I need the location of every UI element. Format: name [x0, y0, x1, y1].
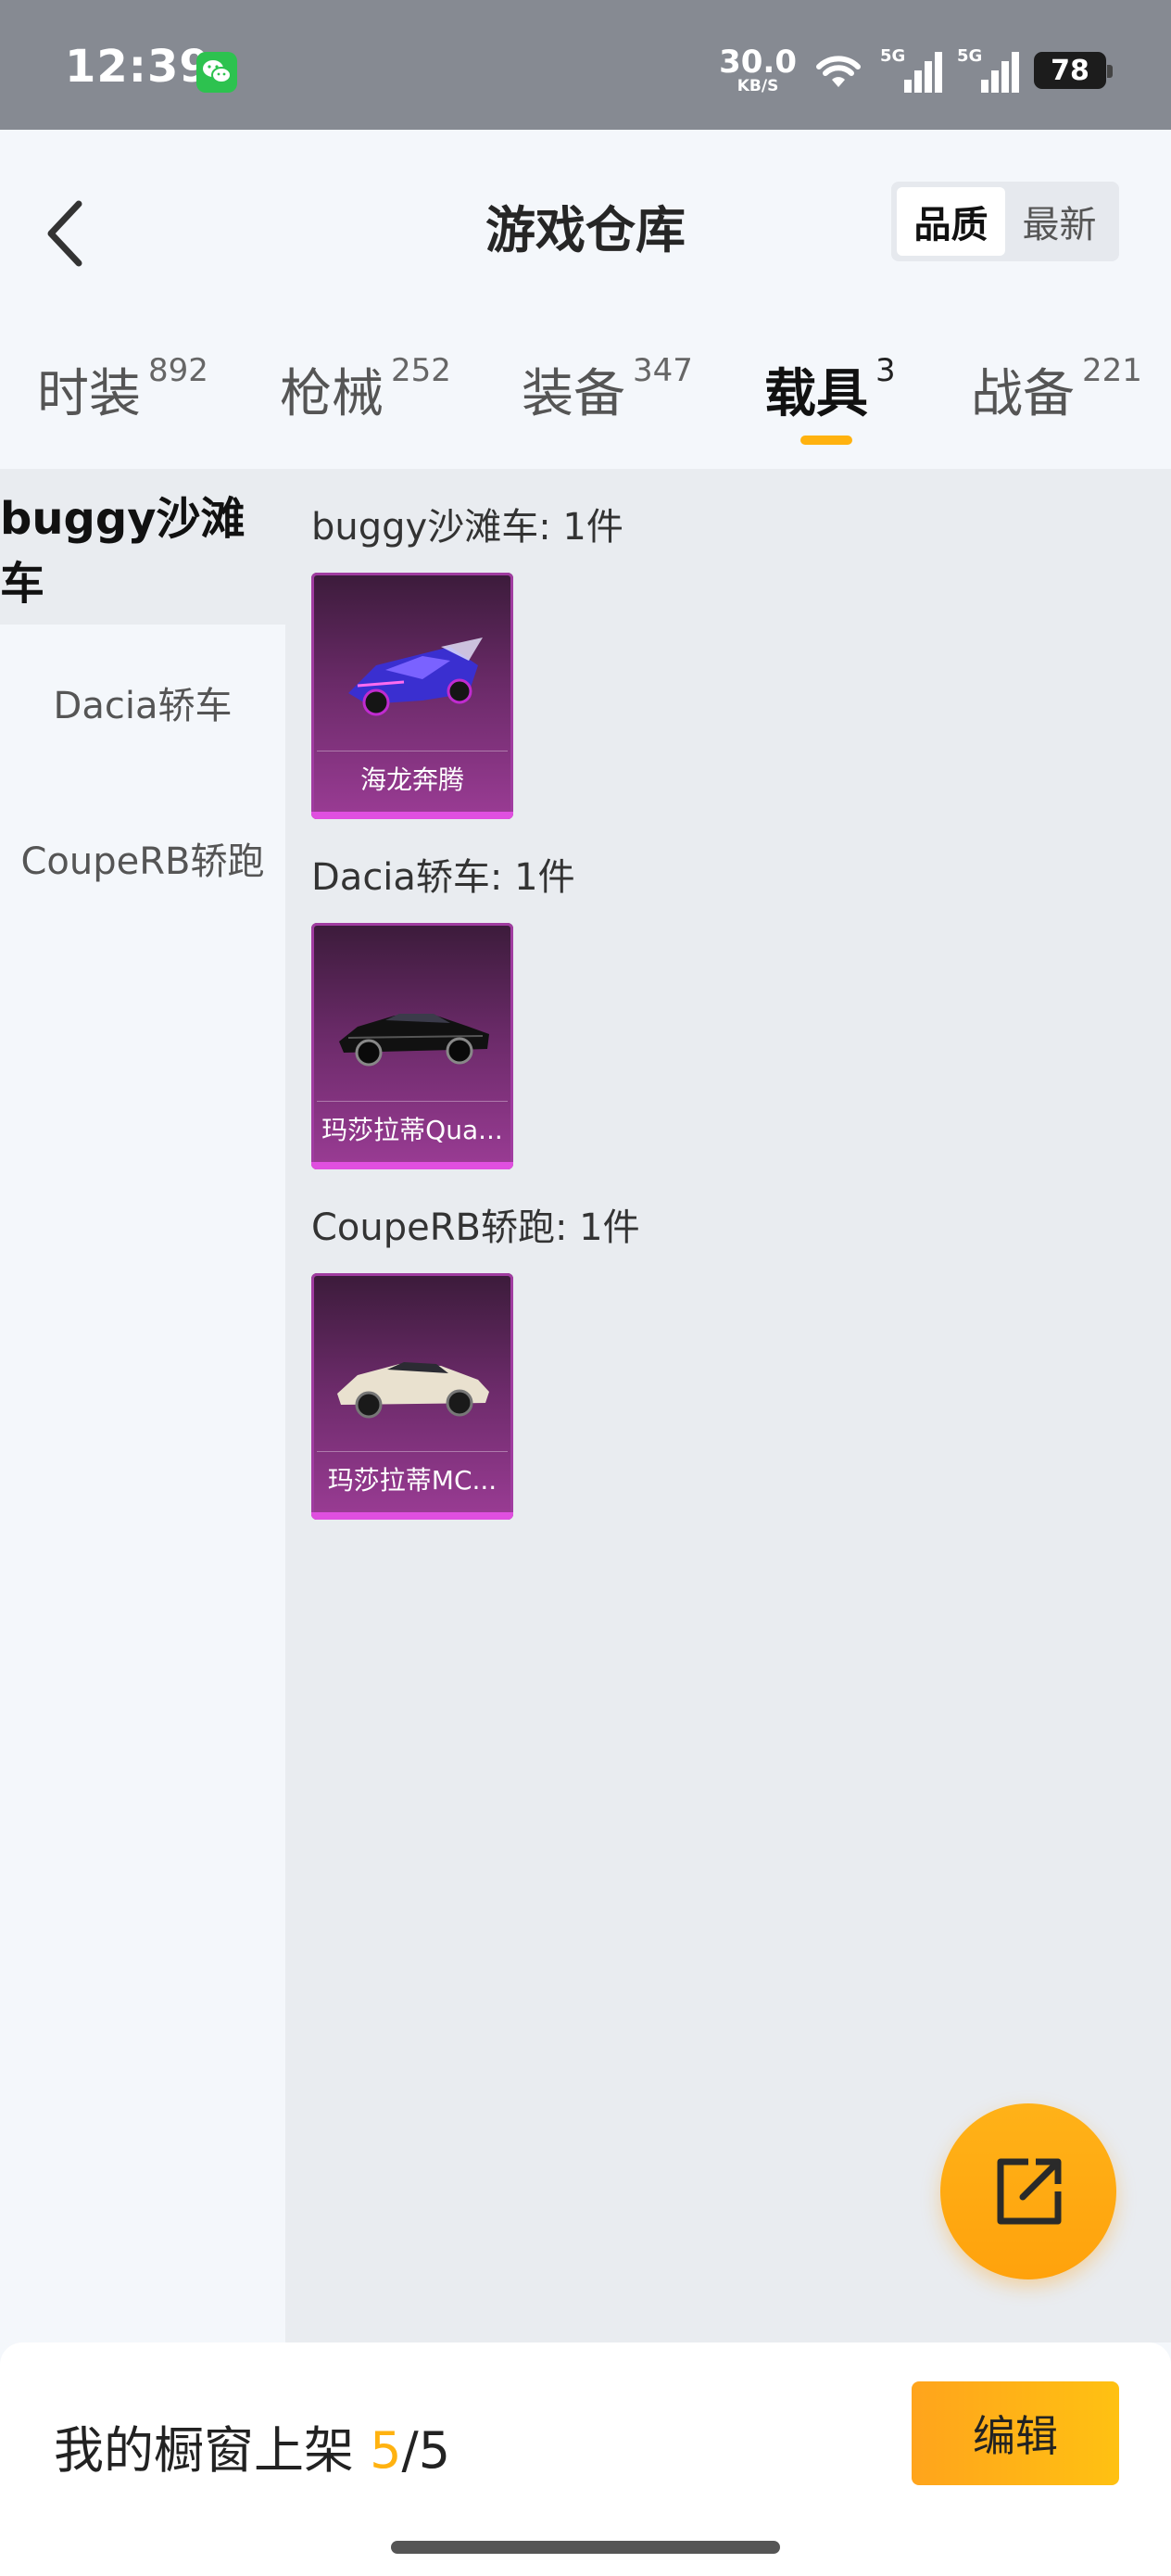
status-icons: 30.0 KB/S 5G 5G 78	[719, 43, 1113, 98]
tab-label: 载具	[764, 364, 868, 424]
share-button[interactable]	[940, 2103, 1116, 2279]
group-title-dacia: Dacia轿车: 1件	[311, 856, 575, 899]
group-title-couperb: CoupeRB轿跑: 1件	[311, 1206, 640, 1249]
item-name: 海龙奔腾	[317, 751, 508, 804]
status-bar: 12:39 30.0 KB/S 5G 5G 78	[0, 0, 1171, 130]
item-card[interactable]: 玛莎拉蒂Qua...	[311, 923, 513, 1169]
sidebar-item-couperb[interactable]: CoupeRB轿跑	[0, 780, 285, 936]
sidebar-item-buggy[interactable]: buggy沙滩车	[0, 469, 285, 625]
category-tabs: 时装 892 枪械 252 装备 347 载具 3 战备 221	[0, 352, 1171, 445]
net-speed-value: 30.0	[719, 44, 797, 81]
showcase-total: /5	[401, 2421, 451, 2480]
showcase-current: 5	[370, 2421, 402, 2480]
tab-label: 时装	[37, 364, 141, 424]
coupe-car-image	[337, 1362, 489, 1419]
wifi-icon	[816, 56, 861, 87]
item-name: 玛莎拉蒂MC...	[317, 1451, 508, 1505]
home-indicator	[391, 2541, 780, 2554]
tab-firearms[interactable]: 枪械 252	[280, 352, 451, 445]
net-speed-unit: KB/S	[737, 77, 779, 95]
cell-signal-2-icon: 5G	[957, 46, 1019, 93]
sort-quality-button[interactable]: 品质	[897, 187, 1005, 256]
tab-count: 3	[875, 352, 896, 389]
tab-active-indicator	[800, 436, 852, 445]
battery-icon: 78	[1034, 52, 1113, 89]
sidebar-item-dacia[interactable]: Dacia轿车	[0, 625, 285, 780]
tab-vehicles[interactable]: 载具 3	[764, 352, 896, 445]
tab-count: 221	[1082, 352, 1142, 389]
signal-2-label: 5G	[957, 46, 983, 66]
tab-label: 战备	[971, 364, 1075, 424]
cell-signal-1-icon: 5G	[880, 46, 942, 93]
tab-count: 347	[633, 352, 693, 389]
item-card[interactable]: 海龙奔腾	[311, 573, 513, 819]
tab-fashion[interactable]: 时装 892	[37, 352, 208, 445]
net-speed: 30.0 KB/S	[719, 46, 797, 95]
vehicle-type-sidebar: buggy沙滩车 Dacia轿车 CoupeRB轿跑	[0, 469, 285, 2342]
tab-count: 252	[391, 352, 451, 389]
tab-label: 枪械	[280, 364, 384, 424]
item-list: buggy沙滩车: 1件 海龙奔腾 Dacia轿车: 1件 玛莎拉蒂Qua...…	[285, 469, 1171, 2342]
buggy-car-image	[348, 638, 483, 716]
group-title-buggy: buggy沙滩车: 1件	[311, 506, 623, 549]
wechat-icon	[196, 52, 237, 93]
status-time: 12:39	[65, 41, 211, 93]
showcase-status: 我的橱窗上架 5/5	[54, 2409, 450, 2482]
bottom-bar: 我的橱窗上架 5/5 编辑	[0, 2342, 1171, 2576]
item-name: 玛莎拉蒂Qua...	[317, 1101, 508, 1155]
signal-1-label: 5G	[880, 46, 906, 66]
edit-button[interactable]: 编辑	[912, 2381, 1119, 2485]
share-external-icon	[997, 2158, 1062, 2225]
sedan-car-image	[339, 1014, 489, 1067]
showcase-label: 我的橱窗上架	[54, 2421, 371, 2480]
tab-supplies[interactable]: 战备 221	[971, 352, 1142, 445]
tab-label: 装备	[522, 364, 625, 424]
tab-count: 892	[148, 352, 208, 389]
tab-equipment[interactable]: 装备 347	[522, 352, 693, 445]
sort-latest-button[interactable]: 最新	[1005, 187, 1114, 256]
header: 游戏仓库 品质 最新 时装 892 枪械 252 装备 347 载具 3 战备 221	[0, 130, 1171, 445]
item-card[interactable]: 玛莎拉蒂MC...	[311, 1273, 513, 1520]
sort-toggle: 品质 最新	[891, 182, 1119, 261]
